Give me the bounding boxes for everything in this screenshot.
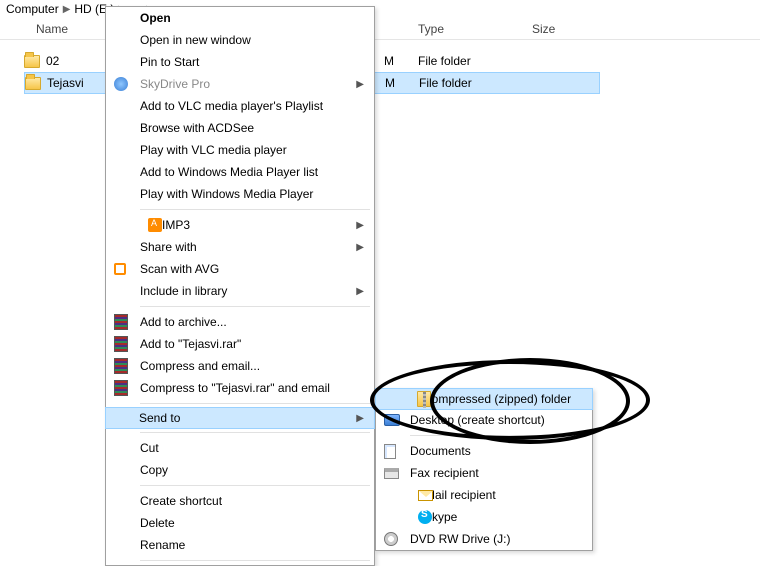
rar-icon — [114, 336, 128, 352]
menu-item[interactable]: Play with Windows Media Player — [106, 183, 374, 205]
menu-item-label: Add to Windows Media Player list — [140, 165, 318, 179]
bc-part-computer[interactable]: Computer — [6, 2, 59, 16]
menu-item[interactable]: AIMP3▶ — [106, 214, 374, 236]
menu-item-label: Add to archive... — [140, 315, 227, 329]
col-name[interactable]: Name — [36, 22, 68, 36]
submenu-item[interactable]: Compressed (zipped) folder — [375, 388, 593, 410]
menu-separator — [410, 435, 588, 436]
menu-item-label: Scan with AVG — [140, 262, 219, 276]
skype-icon — [418, 510, 432, 524]
submenu-arrow-icon: ▶ — [356, 242, 364, 253]
menu-item-label: Add to "Tejasvi.rar" — [140, 337, 241, 351]
col-type[interactable]: Type — [418, 22, 444, 36]
folder-icon — [24, 55, 40, 68]
sky-icon — [114, 77, 128, 91]
menu-item[interactable]: Share with ▶ — [106, 236, 374, 258]
submenu-item[interactable]: DVD RW Drive (J:) — [376, 528, 592, 550]
chevron-right-icon: ▶ — [63, 4, 71, 15]
menu-item[interactable]: Open — [106, 7, 374, 29]
menu-item[interactable]: Add to VLC media player's Playlist — [106, 95, 374, 117]
menu-item[interactable]: Pin to Start — [106, 51, 374, 73]
submenu-arrow-icon: ▶ — [356, 286, 364, 297]
menu-separator — [140, 560, 370, 561]
col-size[interactable]: Size — [532, 22, 555, 36]
sendto-submenu: Compressed (zipped) folder Desktop (creat… — [375, 388, 593, 551]
menu-item-label: SkyDrive Pro — [140, 77, 210, 91]
doc-icon — [384, 444, 396, 459]
submenu-item-label: Fax recipient — [410, 466, 479, 480]
file-name: Tejasvi — [47, 76, 84, 90]
context-menu: Open Open in new window Pin to Start SkyDri… — [105, 6, 375, 566]
menu-item[interactable]: Compress to "Tejasvi.rar" and email — [106, 377, 374, 399]
menu-item-label: Play with VLC media player — [140, 143, 287, 157]
menu-item[interactable]: Add to archive... — [106, 311, 374, 333]
mail-icon — [418, 490, 433, 501]
menu-item[interactable]: Add to "Tejasvi.rar" — [106, 333, 374, 355]
menu-item-label: Pin to Start — [140, 55, 199, 69]
menu-item[interactable]: Open in new window — [106, 29, 374, 51]
submenu-item-label: DVD RW Drive (J:) — [410, 532, 510, 546]
menu-separator — [140, 432, 370, 433]
submenu-item[interactable]: Fax recipient — [376, 462, 592, 484]
menu-item-label: Include in library — [140, 284, 227, 298]
menu-item[interactable]: Create shortcut — [106, 490, 374, 512]
menu-item-label: Rename — [140, 538, 185, 552]
submenu-item[interactable]: Mail recipient — [376, 484, 592, 506]
menu-item-label: Compress to "Tejasvi.rar" and email — [140, 381, 330, 395]
menu-item[interactable]: Browse with ACDSee — [106, 117, 374, 139]
menu-item[interactable]: Add to Windows Media Player list — [106, 161, 374, 183]
zip-icon — [417, 391, 431, 407]
submenu-item-label: Desktop (create shortcut) — [410, 413, 545, 427]
avg-icon — [114, 263, 126, 275]
rar-icon — [114, 314, 128, 330]
menu-item-label: Play with Windows Media Player — [140, 187, 313, 201]
submenu-arrow-icon: ▶ — [356, 413, 364, 424]
menu-separator — [140, 485, 370, 486]
fax-icon — [384, 468, 399, 479]
menu-item[interactable]: Rename — [106, 534, 374, 556]
rar-icon — [114, 380, 128, 396]
rar-icon — [114, 358, 128, 374]
menu-item[interactable]: Play with VLC media player — [106, 139, 374, 161]
menu-item-label: Compress and email... — [140, 359, 260, 373]
submenu-arrow-icon: ▶ — [356, 220, 364, 231]
menu-item-label: Browse with ACDSee — [140, 121, 254, 135]
file-name: 02 — [46, 54, 59, 68]
menu-item-label: Share with — [140, 240, 197, 254]
aimp-icon — [148, 218, 162, 232]
submenu-item-label: Documents — [410, 444, 471, 458]
file-type: File folder — [419, 76, 472, 90]
menu-item[interactable]: Send to ▶ — [105, 407, 375, 429]
dvd-icon — [384, 532, 398, 546]
menu-separator — [140, 403, 370, 404]
submenu-item-label: Compressed (zipped) folder — [423, 392, 571, 406]
menu-item-label: Cut — [140, 441, 159, 455]
menu-item-label: Copy — [140, 463, 168, 477]
menu-item[interactable]: SkyDrive Pro ▶ — [106, 73, 374, 95]
menu-item-label: Open in new window — [140, 33, 251, 47]
menu-item-label: Create shortcut — [140, 494, 222, 508]
submenu-item[interactable]: Desktop (create shortcut) — [376, 409, 592, 431]
menu-item-label: Delete — [140, 516, 175, 530]
menu-item[interactable]: Scan with AVG — [106, 258, 374, 280]
menu-item[interactable]: Copy — [106, 459, 374, 481]
menu-item-label: Open — [140, 11, 171, 25]
submenu-item[interactable]: Skype — [376, 506, 592, 528]
menu-item[interactable]: Include in library ▶ — [106, 280, 374, 302]
menu-separator — [140, 306, 370, 307]
menu-separator — [140, 209, 370, 210]
menu-item-label: Send to — [139, 411, 180, 425]
menu-item-label: Add to VLC media player's Playlist — [140, 99, 323, 113]
menu-item[interactable]: Compress and email... — [106, 355, 374, 377]
submenu-item-label: Mail recipient — [425, 488, 496, 502]
desk-icon — [384, 414, 400, 426]
submenu-arrow-icon: ▶ — [356, 79, 364, 90]
date-fragment: M — [384, 54, 394, 68]
submenu-item[interactable]: Documents — [376, 440, 592, 462]
menu-item[interactable]: Delete — [106, 512, 374, 534]
menu-item[interactable]: Cut — [106, 437, 374, 459]
date-fragment: M — [385, 76, 395, 90]
file-type: File folder — [418, 54, 471, 68]
folder-icon — [25, 77, 41, 90]
